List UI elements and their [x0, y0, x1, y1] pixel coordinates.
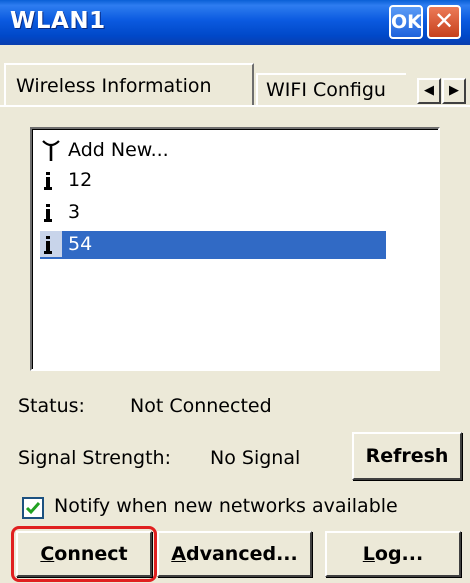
- signal-strength-label: Signal Strength:: [18, 447, 171, 469]
- notify-checkbox[interactable]: [22, 497, 44, 519]
- tab-scroll-right-button[interactable]: ▶: [442, 78, 466, 104]
- status-value: Not Connected: [130, 395, 272, 417]
- tab-strip: Wireless Information WIFI Configu ◀ ▶: [0, 45, 470, 107]
- signal-strength-value: No Signal: [210, 447, 301, 469]
- connect-button[interactable]: Connect: [16, 531, 152, 577]
- network-signal-icon: [40, 199, 62, 225]
- network-signal-icon: [40, 231, 62, 257]
- refresh-button[interactable]: Refresh: [352, 432, 462, 480]
- tab-wireless-information[interactable]: Wireless Information: [4, 63, 254, 107]
- log-accelerator: L: [362, 543, 375, 565]
- tab-divider: [0, 105, 470, 107]
- connect-label: onnect: [54, 543, 128, 565]
- list-item-network[interactable]: 12: [40, 167, 92, 195]
- list-item-network[interactable]: 3: [40, 199, 80, 227]
- antenna-icon: [40, 137, 62, 163]
- network-signal-icon: [40, 167, 62, 193]
- list-item-add-new[interactable]: Add New...: [40, 137, 169, 165]
- log-label: og...: [374, 543, 424, 565]
- close-button[interactable]: ✕: [427, 5, 461, 39]
- log-button[interactable]: Log...: [325, 531, 461, 577]
- status-label: Status:: [18, 395, 85, 417]
- title-bar: WLAN1 OK ✕: [0, 0, 470, 45]
- ok-button[interactable]: OK: [389, 5, 423, 39]
- window-title: WLAN1: [10, 8, 106, 34]
- tab-wifi-configuration[interactable]: WIFI Configu: [256, 73, 406, 105]
- notify-label: Notify when new networks available: [54, 495, 398, 517]
- checkmark-icon: [25, 502, 41, 515]
- network-list[interactable]: Add New... 12 3 54: [30, 127, 440, 371]
- list-item-label: 3: [68, 201, 81, 223]
- list-item-label: 54: [68, 233, 93, 255]
- advanced-accelerator: A: [171, 543, 186, 565]
- advanced-button[interactable]: Advanced...: [157, 531, 312, 577]
- list-item-network-selected[interactable]: 54: [40, 231, 386, 259]
- tab-scroll-left-button[interactable]: ◀: [417, 78, 441, 104]
- list-item-label: 12: [68, 169, 93, 191]
- advanced-label: dvanced...: [185, 543, 298, 565]
- list-item-label: Add New...: [68, 139, 169, 161]
- connect-accelerator: C: [40, 543, 55, 565]
